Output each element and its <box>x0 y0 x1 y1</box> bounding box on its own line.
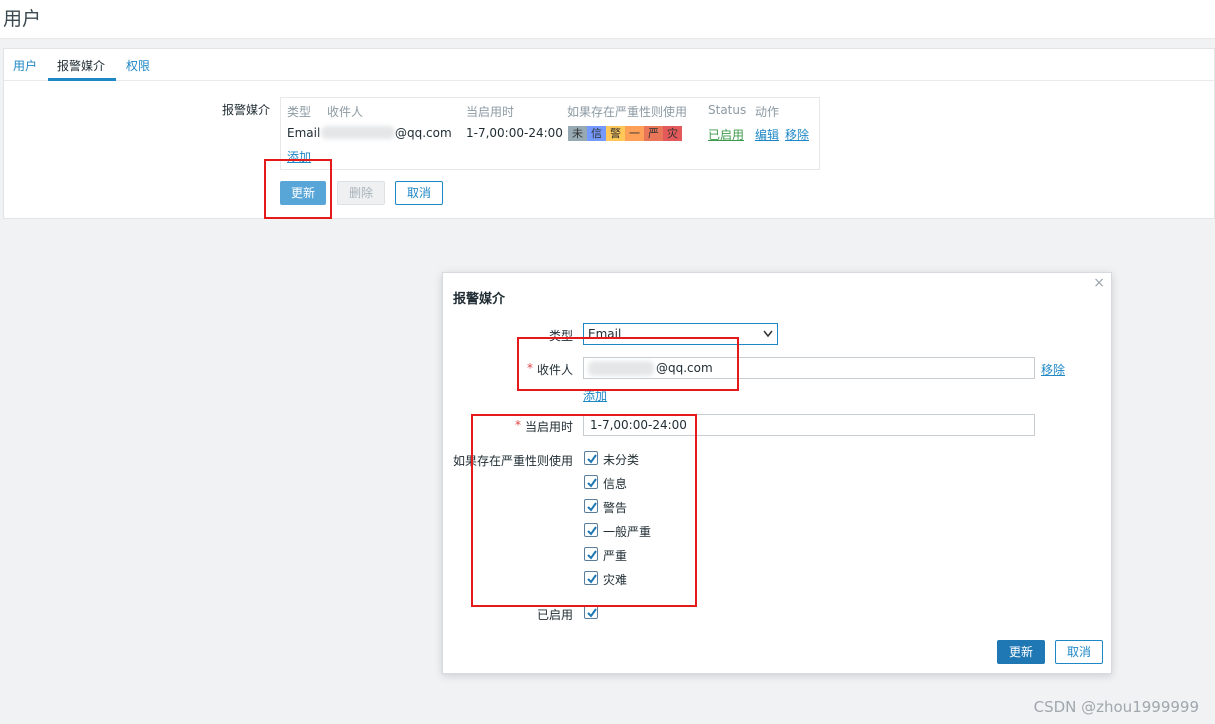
media-status-link[interactable]: 已启用 <box>708 126 744 143</box>
col-header-action: 动作 <box>755 105 780 119</box>
checkmark-icon <box>587 608 597 618</box>
page-header: 用户 <box>0 0 1215 39</box>
close-icon[interactable]: × <box>1093 275 1105 291</box>
highlight-box <box>517 337 739 391</box>
tab-media[interactable]: 报警媒介 <box>57 57 105 74</box>
severity-average: 一 <box>625 126 644 141</box>
severity-disaster: 灾 <box>663 126 682 141</box>
watermark: CSDN @zhou1999999 <box>1033 698 1199 716</box>
tab-permissions[interactable]: 权限 <box>126 57 150 74</box>
col-header-type: 类型 <box>287 105 312 119</box>
media-type: Email <box>287 126 321 140</box>
severity-high: 严 <box>644 126 663 141</box>
enabled-label: 已启用 <box>536 608 573 622</box>
chevron-down-icon <box>763 330 773 338</box>
checkbox-enabled[interactable] <box>584 605 598 619</box>
user-edit-panel: 用户 报警媒介 权限 报警媒介 类型 收件人 当启用时 如果存在严重性则使用 S… <box>3 48 1215 219</box>
cancel-button[interactable]: 取消 <box>395 181 443 205</box>
media-recipient-suffix: @qq.com <box>395 126 452 140</box>
dialog-title: 报警媒介 <box>453 292 506 307</box>
media-when-active: 1-7,00:00-24:00 <box>466 126 563 140</box>
severity-warning: 警 <box>606 126 625 141</box>
col-header-recipient: 收件人 <box>327 105 364 119</box>
redacted-recipient <box>321 126 395 139</box>
highlight-box <box>264 159 332 219</box>
page-title: 用户 <box>3 8 42 30</box>
delete-button[interactable]: 删除 <box>337 181 385 205</box>
col-header-status: Status <box>708 103 747 117</box>
media-edit-link[interactable]: 编辑 <box>755 126 779 143</box>
media-section-label: 报警媒介 <box>221 103 270 117</box>
media-dialog: 报警媒介 × 类型 Email * 收件人 @qq.com 移除 添加 * 当启… <box>442 272 1112 674</box>
severity-information: 信 <box>587 126 606 141</box>
col-header-severity: 如果存在严重性则使用 <box>567 105 688 119</box>
severity-not-classified: 未 <box>568 126 587 141</box>
col-header-when-active: 当启用时 <box>466 105 515 119</box>
tab-bar: 用户 报警媒介 权限 <box>4 49 1214 81</box>
active-tab-indicator <box>48 78 116 81</box>
tab-user[interactable]: 用户 <box>13 57 37 74</box>
media-table: 类型 收件人 当启用时 如果存在严重性则使用 Status 动作 Email @… <box>280 97 820 170</box>
media-remove-link[interactable]: 移除 <box>785 126 809 143</box>
dialog-update-button[interactable]: 更新 <box>997 640 1045 664</box>
highlight-box <box>471 414 697 607</box>
recipient-remove-link[interactable]: 移除 <box>1041 361 1065 378</box>
dialog-cancel-button[interactable]: 取消 <box>1055 640 1103 664</box>
